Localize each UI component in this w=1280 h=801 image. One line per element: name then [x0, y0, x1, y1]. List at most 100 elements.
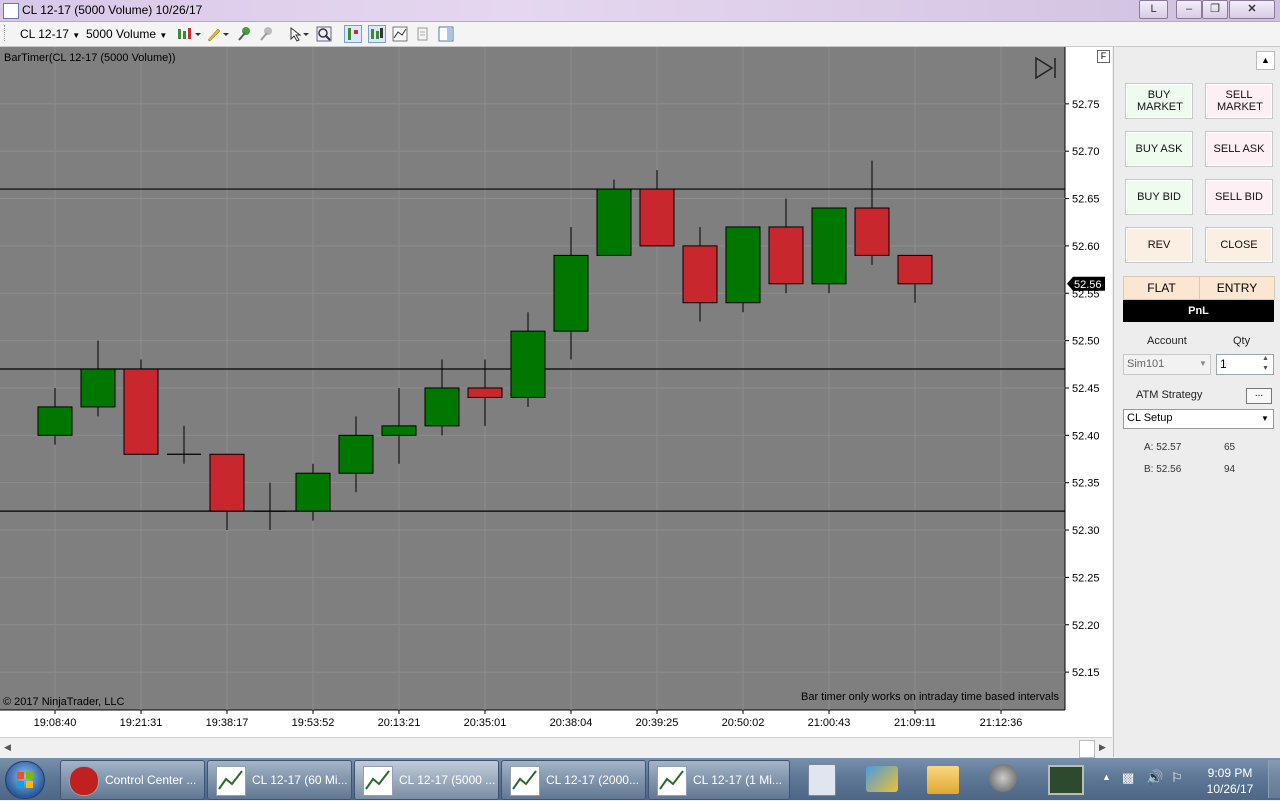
y-tick-label: 52.50: [1072, 336, 1100, 348]
indicators-icon[interactable]: [392, 26, 408, 42]
collapse-up-icon[interactable]: ▲: [1256, 51, 1275, 70]
qty-value: 1: [1220, 357, 1227, 371]
photos-icon[interactable]: [866, 766, 898, 792]
x-tick-label: 20:39:25: [636, 717, 679, 729]
instrument-selector[interactable]: CL 12-17 ▼: [20, 25, 80, 43]
taskbar-chart-2000[interactable]: CL 12-17 (2000...: [501, 760, 646, 800]
candle-body: [725, 226, 761, 304]
qty-up-icon[interactable]: ▲: [1262, 355, 1269, 362]
interval-label: 5000 Volume: [86, 27, 157, 41]
cursor-icon[interactable]: [288, 26, 312, 42]
candle-body: [854, 207, 890, 256]
chart-icon: [510, 766, 540, 796]
pin-gray-icon[interactable]: [258, 26, 274, 42]
close-window-icon[interactable]: ✕: [1229, 0, 1275, 19]
taskbar-chart-60min[interactable]: CL 12-17 (60 Mi...: [207, 760, 352, 800]
start-button[interactable]: [5, 761, 45, 799]
close-label: CLOSE: [1220, 239, 1258, 251]
link-button[interactable]: L: [1139, 0, 1168, 19]
y-tick-label: 52.35: [1072, 478, 1100, 490]
monitor-icon[interactable]: [1048, 765, 1084, 795]
y-tick-label: 52.40: [1072, 430, 1100, 442]
data-box-icon[interactable]: [368, 25, 386, 43]
calculator-icon[interactable]: [808, 764, 836, 796]
candle-body: [639, 188, 675, 247]
taskbar-control-center[interactable]: Control Center ...: [60, 760, 205, 800]
app-gear-icon[interactable]: [989, 764, 1017, 792]
ask-size: 65: [1224, 442, 1236, 453]
x-tick-label: 20:13:21: [378, 717, 421, 729]
show-hidden-icons-icon[interactable]: ▲: [1102, 772, 1111, 782]
x-tick-label: 21:09:11: [894, 717, 936, 729]
buy-ask-label: BUY ASK: [1135, 143, 1183, 155]
account-select[interactable]: Sim101 ▼: [1123, 354, 1211, 375]
instrument-label: CL 12-17: [20, 27, 69, 41]
taskbar: Control Center ... CL 12-17 (60 Mi... CL…: [0, 758, 1280, 800]
clock-date[interactable]: 10/26/17: [1202, 782, 1258, 796]
y-tick-label: 52.25: [1072, 572, 1100, 584]
taskbar-chart-5000vol[interactable]: CL 12-17 (5000 ...: [354, 760, 499, 800]
sell-ask-button[interactable]: SELL ASK: [1205, 131, 1273, 167]
pnl-display: PnL: [1123, 300, 1274, 322]
price-chart[interactable]: 52.15 52.20 52.25 52.30 52.35 52.40 52.45 52.50…: [0, 47, 1112, 737]
bid-size: 94: [1224, 464, 1236, 475]
scroll-thumb[interactable]: [1079, 740, 1095, 758]
atm-strategy-select[interactable]: CL Setup ▼: [1123, 409, 1274, 429]
ninjatrader-icon: [69, 766, 99, 796]
quantity-stepper[interactable]: 1 ▲ ▼: [1216, 354, 1274, 375]
bar-timer-note: Bar timer only works on intraday time ba…: [801, 691, 1059, 703]
candle-body: [510, 330, 546, 398]
atm-strategy-value: CL Setup: [1127, 412, 1173, 424]
y-tick-label: 52.70: [1072, 146, 1100, 158]
network-icon[interactable]: ▩: [1122, 770, 1134, 786]
maximize-icon[interactable]: ❐: [1202, 0, 1228, 19]
buy-bid-button[interactable]: BUY BID: [1125, 179, 1193, 215]
position-status: FLAT: [1123, 276, 1200, 300]
folder-icon[interactable]: [927, 766, 959, 794]
sell-market-button[interactable]: SELL MARKET: [1205, 83, 1273, 119]
x-tick-label: 20:35:01: [464, 717, 507, 729]
buy-ask-button[interactable]: BUY ASK: [1125, 131, 1193, 167]
chart-area[interactable]: 52.15 52.20 52.25 52.30 52.35 52.40 52.45 52.50…: [0, 47, 1112, 737]
taskbar-chart-1min[interactable]: CL 12-17 (1 Mi...: [648, 760, 790, 800]
x-tick-label: 21:12:36: [980, 717, 1023, 729]
toolbar-grip: [4, 25, 7, 41]
chart-app-icon: [3, 3, 19, 19]
rev-label: REV: [1147, 239, 1171, 251]
price-marker-icon[interactable]: [344, 25, 362, 43]
sell-bid-label: SELL BID: [1215, 191, 1263, 203]
candle-body: [811, 207, 847, 285]
drawing-tool-icon[interactable]: [206, 26, 230, 42]
candle-body: [295, 472, 331, 512]
atm-options-button[interactable]: ...: [1246, 388, 1272, 404]
buy-market-button[interactable]: BUY MARKET: [1125, 83, 1193, 119]
action-center-icon[interactable]: ⚐: [1171, 770, 1183, 786]
strategies-icon[interactable]: [414, 26, 430, 42]
scroll-left-icon[interactable]: ◀: [4, 742, 11, 753]
chart-style-icon[interactable]: [176, 26, 202, 42]
minimize-icon[interactable]: –: [1176, 0, 1202, 19]
x-tick-label: 20:50:02: [722, 717, 765, 729]
scroll-to-end-icon[interactable]: [1034, 56, 1058, 82]
show-desktop-button[interactable]: [1268, 760, 1280, 798]
account-label: Account: [1147, 335, 1187, 347]
windows-logo-icon: [17, 772, 33, 788]
account-value: Sim101: [1127, 358, 1165, 370]
y-tick-label: 52.20: [1072, 620, 1100, 632]
chart-trader-icon[interactable]: [438, 26, 454, 42]
pin-green-icon[interactable]: [236, 26, 252, 42]
chart-scrollbar[interactable]: ◀ ▶: [0, 737, 1112, 758]
close-position-button[interactable]: CLOSE: [1205, 227, 1273, 263]
sell-bid-button[interactable]: SELL BID: [1205, 179, 1273, 215]
buy-market-label: BUY MARKET: [1137, 89, 1183, 113]
reverse-button[interactable]: REV: [1125, 227, 1193, 263]
f-button[interactable]: F: [1097, 50, 1110, 63]
scroll-right-icon[interactable]: ▶: [1099, 742, 1106, 753]
candle-body: [596, 188, 632, 256]
clock-time[interactable]: 9:09 PM: [1202, 766, 1258, 780]
volume-icon[interactable]: 🔊: [1146, 769, 1163, 786]
qty-down-icon[interactable]: ▼: [1262, 365, 1269, 372]
taskbar-label: Control Center ...: [105, 773, 197, 787]
interval-selector[interactable]: 5000 Volume ▼: [86, 25, 167, 43]
zoom-icon[interactable]: [316, 26, 332, 42]
